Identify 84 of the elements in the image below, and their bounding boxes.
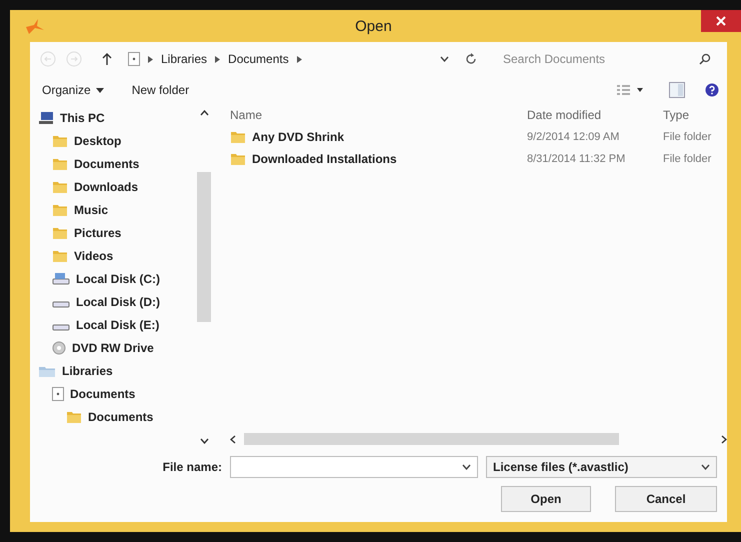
up-arrow-icon[interactable] (102, 52, 112, 66)
nav-label: Documents (70, 386, 136, 400)
folder-icon (52, 156, 68, 170)
table-cell-text: File folder (663, 131, 712, 143)
address-bar[interactable]: Libraries Documents (122, 48, 483, 70)
table-cell-text: File folder (663, 153, 712, 165)
nav-item[interactable]: Music (30, 198, 196, 221)
nav-label: Local Disk (E:) (76, 318, 160, 332)
organize-button[interactable]: Organize (40, 81, 106, 99)
breadcrumb-item[interactable]: Libraries (161, 52, 208, 66)
nav-item[interactable]: Documents (30, 405, 196, 428)
view-options-icon[interactable] (617, 84, 645, 96)
chevron-icon (296, 56, 302, 62)
nav-label: Pictures (74, 226, 122, 240)
scrollbar-thumb[interactable] (244, 433, 619, 445)
file-name[interactable]: Downloaded Installations (252, 152, 397, 166)
nav-label: This PC (60, 110, 105, 124)
library-icon (52, 386, 64, 400)
folder-icon (52, 180, 68, 194)
search-icon (699, 53, 711, 65)
nav-item[interactable]: Documents (30, 382, 196, 405)
nav-item[interactable]: Libraries (30, 359, 196, 382)
file-type-dropdown[interactable]: License files (*.avastlic) (486, 456, 717, 478)
chevron-icon (148, 56, 153, 62)
nav-label: DVD RW Drive (72, 340, 154, 354)
folder-icon (230, 130, 246, 144)
folder-icon (66, 410, 82, 424)
nav-label: Documents (88, 410, 154, 424)
open-button[interactable]: Open (501, 486, 591, 512)
folder-icon (52, 134, 68, 148)
computer-icon (38, 110, 54, 124)
nav-item[interactable]: Local Disk (C:) (30, 267, 196, 290)
nav-item[interactable]: This PC (30, 106, 196, 129)
chevron-icon (215, 56, 220, 62)
nav-item[interactable]: DVD RW Drive (30, 336, 196, 359)
refresh-icon[interactable] (465, 53, 477, 65)
dropdown-icon (701, 464, 710, 470)
nav-item[interactable]: Local Disk (D:) (30, 290, 196, 313)
new-folder-button[interactable]: New folder (130, 81, 192, 99)
folder-icon (52, 226, 68, 240)
drive-icon (52, 272, 70, 284)
field-label: File name: (162, 460, 222, 474)
nav-label: Local Disk (D:) (76, 294, 160, 308)
table-cell-text: 8/31/2014 11:32 PM (527, 153, 626, 165)
app-icon (24, 17, 46, 35)
search-field[interactable]: Search Documents (501, 51, 699, 67)
column-header[interactable]: Type (663, 108, 727, 122)
nav-label: Downloads (74, 180, 138, 194)
library-icon (128, 52, 140, 66)
file-name-field[interactable] (230, 456, 478, 478)
caret-icon (96, 88, 104, 92)
scrollbar-thumb[interactable] (197, 172, 211, 322)
nav-label: Videos (74, 248, 114, 262)
breadcrumb-item[interactable]: Documents (228, 52, 289, 66)
nav-label: Documents (74, 156, 140, 170)
help-icon[interactable] (705, 83, 719, 97)
scroll-down-icon[interactable] (200, 438, 208, 444)
folder-icon (52, 202, 68, 216)
scroll-right-icon[interactable] (721, 434, 727, 444)
nav-item[interactable]: Pictures (30, 221, 196, 244)
close-icon (716, 16, 726, 26)
nav-item[interactable]: Videos (30, 244, 196, 267)
folder-icon (52, 248, 68, 262)
column-header[interactable]: Date modified (527, 108, 663, 122)
cancel-button[interactable]: Cancel (615, 486, 717, 512)
nav-item[interactable]: Local Disk (E:) (30, 313, 196, 336)
nav-label: Libraries (62, 364, 113, 378)
folder-icon (230, 152, 246, 166)
nav-item[interactable]: Downloads (30, 175, 196, 198)
window-title: Open (354, 18, 393, 34)
scroll-left-icon[interactable] (230, 434, 236, 444)
nav-item[interactable]: Desktop (30, 129, 196, 152)
table-cell-text: 9/2/2014 12:09 AM (527, 131, 620, 143)
dropdown-icon (462, 464, 471, 470)
scroll-up-icon[interactable] (200, 110, 208, 116)
nav-label: Music (74, 202, 108, 216)
column-header[interactable]: Name (230, 108, 527, 122)
disc-icon (52, 340, 66, 354)
dropdown-icon[interactable] (440, 56, 449, 62)
nav-label: Local Disk (C:) (76, 272, 160, 286)
file-name[interactable]: Any DVD Shrink (252, 130, 344, 144)
nav-label: Desktop (74, 134, 122, 148)
close-button[interactable] (701, 10, 741, 32)
nav-item[interactable]: Documents (30, 152, 196, 175)
